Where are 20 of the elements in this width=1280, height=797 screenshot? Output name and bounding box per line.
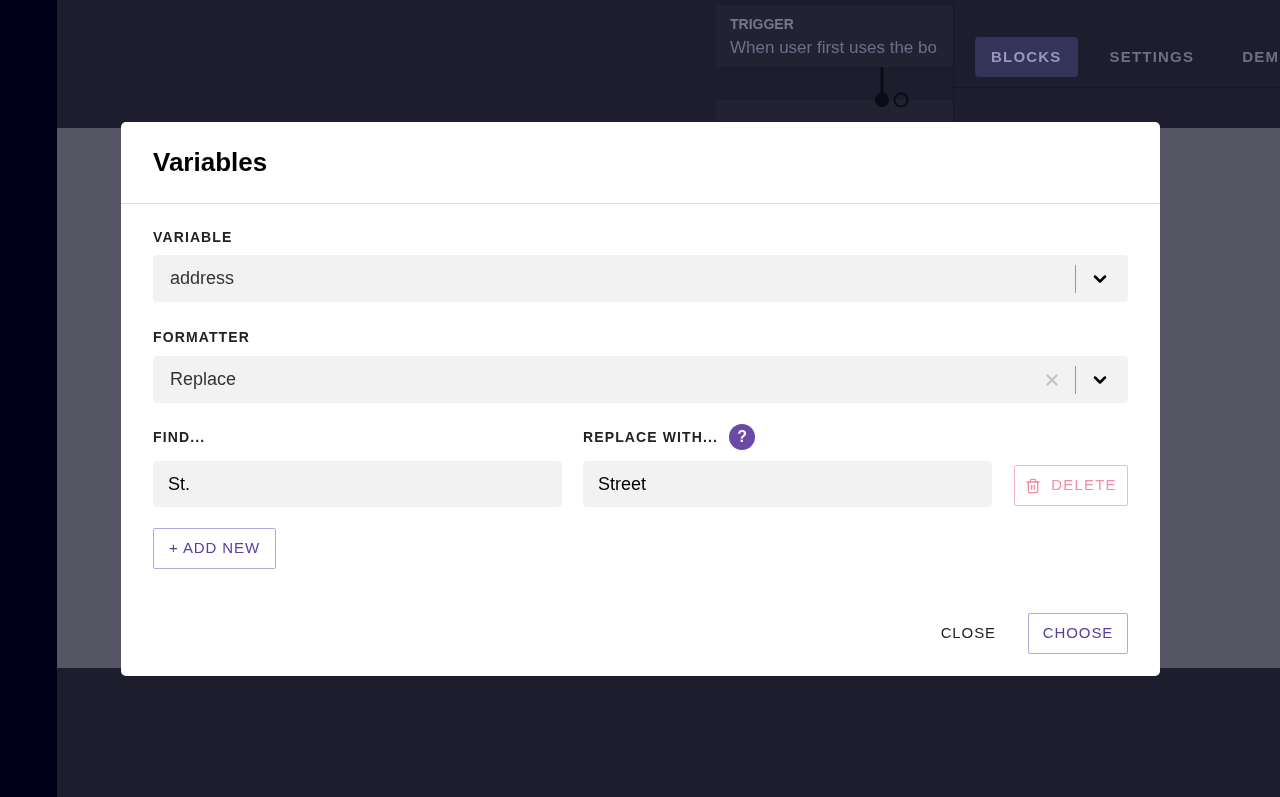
trash-icon bbox=[1025, 477, 1042, 494]
help-icon[interactable]: ? bbox=[729, 424, 756, 450]
card-text: When user first uses the bo bbox=[730, 37, 938, 59]
dialog-title: Variables bbox=[153, 146, 268, 179]
card-title: TRIGGER bbox=[730, 15, 795, 34]
select-value: address bbox=[170, 267, 236, 290]
choose-button[interactable]: CHOOSE bbox=[1028, 613, 1128, 654]
field-label: VARIABLE bbox=[153, 228, 234, 247]
substitute-input[interactable]: Street bbox=[583, 461, 992, 507]
select-field[interactable]: Replace bbox=[153, 356, 1128, 403]
select-field[interactable]: address bbox=[153, 255, 1128, 302]
select-value: Replace bbox=[170, 368, 238, 391]
tab[interactable]: BLOCKS bbox=[975, 37, 1078, 77]
find-field[interactable]: St. bbox=[153, 461, 562, 507]
field-label: FIND... bbox=[153, 427, 206, 447]
field-label: REPLACE WITH... bbox=[583, 427, 719, 447]
close-button[interactable]: CLOSE bbox=[940, 622, 996, 645]
connector-drawing bbox=[875, 67, 909, 109]
field-label: FORMATTER bbox=[153, 329, 250, 345]
add-new-button[interactable]: + ADD NEW bbox=[153, 528, 277, 569]
